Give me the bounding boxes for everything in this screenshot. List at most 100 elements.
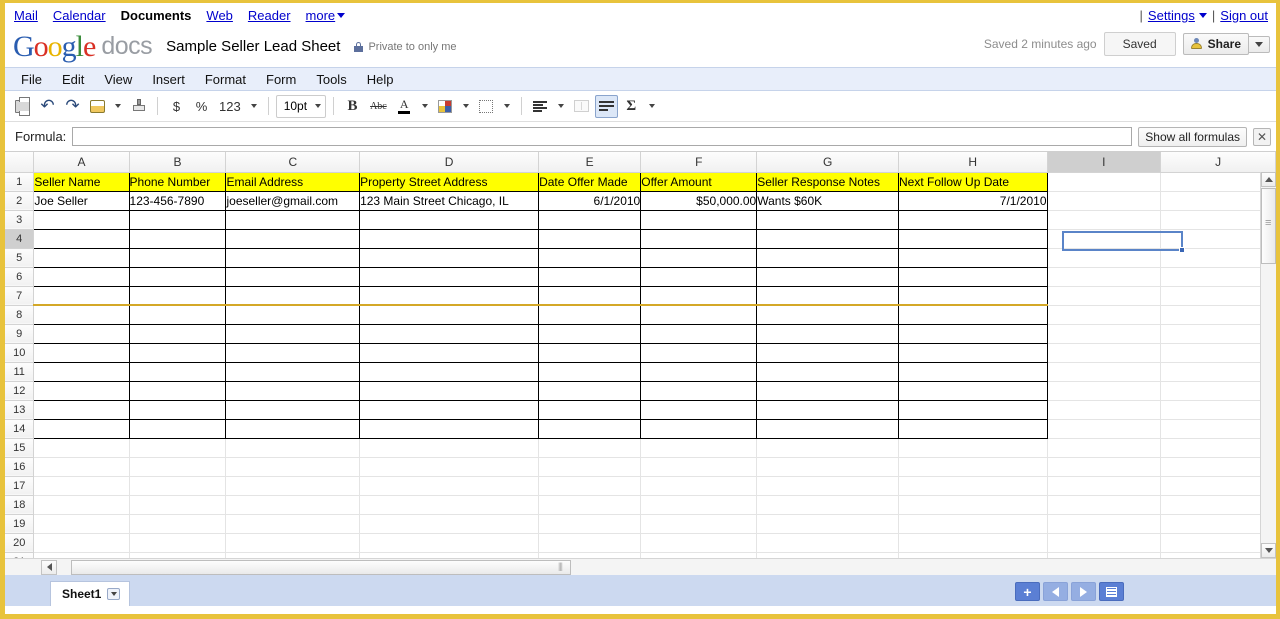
cell-B13[interactable] xyxy=(128,399,227,420)
menu-file[interactable]: File xyxy=(11,69,52,90)
cell-G20[interactable] xyxy=(756,533,900,553)
cell-I16[interactable] xyxy=(1047,457,1162,477)
menu-help[interactable]: Help xyxy=(357,69,404,90)
column-header-c[interactable]: C xyxy=(225,152,361,173)
save-button[interactable]: Saved xyxy=(1103,32,1176,56)
cell-A17[interactable] xyxy=(33,476,130,496)
formula-input[interactable] xyxy=(72,127,1133,146)
cell-J17[interactable] xyxy=(1160,476,1276,496)
cell-B1[interactable]: Phone Number xyxy=(128,171,227,192)
cell-G15[interactable] xyxy=(756,438,900,458)
cell-F3[interactable] xyxy=(640,209,758,230)
vertical-scrollbar[interactable] xyxy=(1260,172,1276,558)
cell-I4[interactable] xyxy=(1047,229,1162,249)
cell-B12[interactable] xyxy=(128,380,227,401)
cell-G7[interactable] xyxy=(756,285,900,306)
sum-function-dropdown[interactable] xyxy=(645,95,659,118)
nav-current-documents[interactable]: Documents xyxy=(121,8,192,23)
paint-format-dropdown[interactable] xyxy=(111,95,125,118)
cell-H5[interactable] xyxy=(898,247,1048,268)
cell-H19[interactable] xyxy=(898,514,1048,534)
cell-A11[interactable] xyxy=(33,361,130,382)
cell-E10[interactable] xyxy=(538,342,642,363)
row-header-12[interactable]: 12 xyxy=(5,380,35,401)
row-header-19[interactable]: 19 xyxy=(5,513,35,534)
fill-color-button[interactable] xyxy=(434,95,457,118)
row-header-15[interactable]: 15 xyxy=(5,437,35,458)
fill-color-dropdown[interactable] xyxy=(459,95,473,118)
cell-B8[interactable] xyxy=(128,304,227,325)
cell-D19[interactable] xyxy=(359,514,540,534)
align-button[interactable] xyxy=(529,95,552,118)
strikethrough-button[interactable]: Abc xyxy=(366,95,391,118)
merge-cells-button[interactable] xyxy=(570,95,593,118)
cell-J16[interactable] xyxy=(1160,457,1276,477)
cell-A13[interactable] xyxy=(33,399,130,420)
cell-F4[interactable] xyxy=(640,228,758,249)
cell-E13[interactable] xyxy=(538,399,642,420)
cell-F11[interactable] xyxy=(640,361,758,382)
cell-J15[interactable] xyxy=(1160,438,1276,458)
cell-E12[interactable] xyxy=(538,380,642,401)
menu-insert[interactable]: Insert xyxy=(142,69,195,90)
cell-J19[interactable] xyxy=(1160,514,1276,534)
cell-E4[interactable] xyxy=(538,228,642,249)
add-sheet-button[interactable]: + xyxy=(1015,582,1040,601)
menu-format[interactable]: Format xyxy=(195,69,256,90)
cell-H13[interactable] xyxy=(898,399,1048,420)
cell-J1[interactable] xyxy=(1160,172,1276,192)
cell-G16[interactable] xyxy=(756,457,900,477)
cell-E11[interactable] xyxy=(538,361,642,382)
cell-C12[interactable] xyxy=(225,380,361,401)
google-logo[interactable]: Google xyxy=(13,31,96,62)
cell-B2[interactable]: 123-456-7890 xyxy=(128,190,227,211)
close-formula-bar-button[interactable]: ✕ xyxy=(1253,127,1271,146)
cell-G12[interactable] xyxy=(756,380,900,401)
cell-G3[interactable] xyxy=(756,209,900,230)
cell-G8[interactable] xyxy=(756,304,900,325)
percent-format-button[interactable]: % xyxy=(190,95,213,118)
cell-I3[interactable] xyxy=(1047,210,1162,230)
show-all-formulas-button[interactable]: Show all formulas xyxy=(1138,126,1247,147)
cell-A4[interactable] xyxy=(33,228,130,249)
cell-A5[interactable] xyxy=(33,247,130,268)
row-header-4[interactable]: 4 xyxy=(5,228,35,249)
cell-J7[interactable] xyxy=(1160,286,1276,306)
scroll-left-button[interactable] xyxy=(41,559,57,575)
cell-A2[interactable]: Joe Seller xyxy=(33,190,130,211)
cell-C20[interactable] xyxy=(225,533,361,553)
nav-link-web[interactable]: Web xyxy=(206,8,233,23)
cell-E14[interactable] xyxy=(538,418,642,439)
row-header-20[interactable]: 20 xyxy=(5,532,35,553)
privacy-indicator[interactable]: Private to only me xyxy=(354,41,456,53)
cell-I2[interactable] xyxy=(1047,191,1162,211)
cell-I6[interactable] xyxy=(1047,267,1162,287)
vertical-scroll-thumb[interactable] xyxy=(1261,188,1276,264)
cell-H6[interactable] xyxy=(898,266,1048,287)
cell-I18[interactable] xyxy=(1047,495,1162,515)
cell-E2[interactable]: 6/1/2010 xyxy=(538,190,642,211)
cell-C17[interactable] xyxy=(225,476,361,496)
cell-B5[interactable] xyxy=(128,247,227,268)
cell-E7[interactable] xyxy=(538,285,642,306)
cell-C2[interactable]: joeseller@gmail.com xyxy=(225,190,361,211)
select-all-corner[interactable] xyxy=(5,152,35,173)
cell-H20[interactable] xyxy=(898,533,1048,553)
cell-G10[interactable] xyxy=(756,342,900,363)
cell-D1[interactable]: Property Street Address xyxy=(359,171,540,192)
cell-B17[interactable] xyxy=(129,476,227,496)
cell-F19[interactable] xyxy=(640,514,758,534)
cell-H16[interactable] xyxy=(898,457,1048,477)
cell-G9[interactable] xyxy=(756,323,900,344)
cell-B6[interactable] xyxy=(128,266,227,287)
cell-E16[interactable] xyxy=(538,457,642,477)
text-color-dropdown[interactable] xyxy=(418,95,432,118)
cell-I7[interactable] xyxy=(1047,286,1162,306)
row-header-5[interactable]: 5 xyxy=(5,247,35,268)
cell-F16[interactable] xyxy=(640,457,758,477)
cell-I15[interactable] xyxy=(1047,438,1162,458)
cell-C18[interactable] xyxy=(225,495,361,515)
cell-A10[interactable] xyxy=(33,342,130,363)
cell-C14[interactable] xyxy=(225,418,361,439)
cell-C11[interactable] xyxy=(225,361,361,382)
